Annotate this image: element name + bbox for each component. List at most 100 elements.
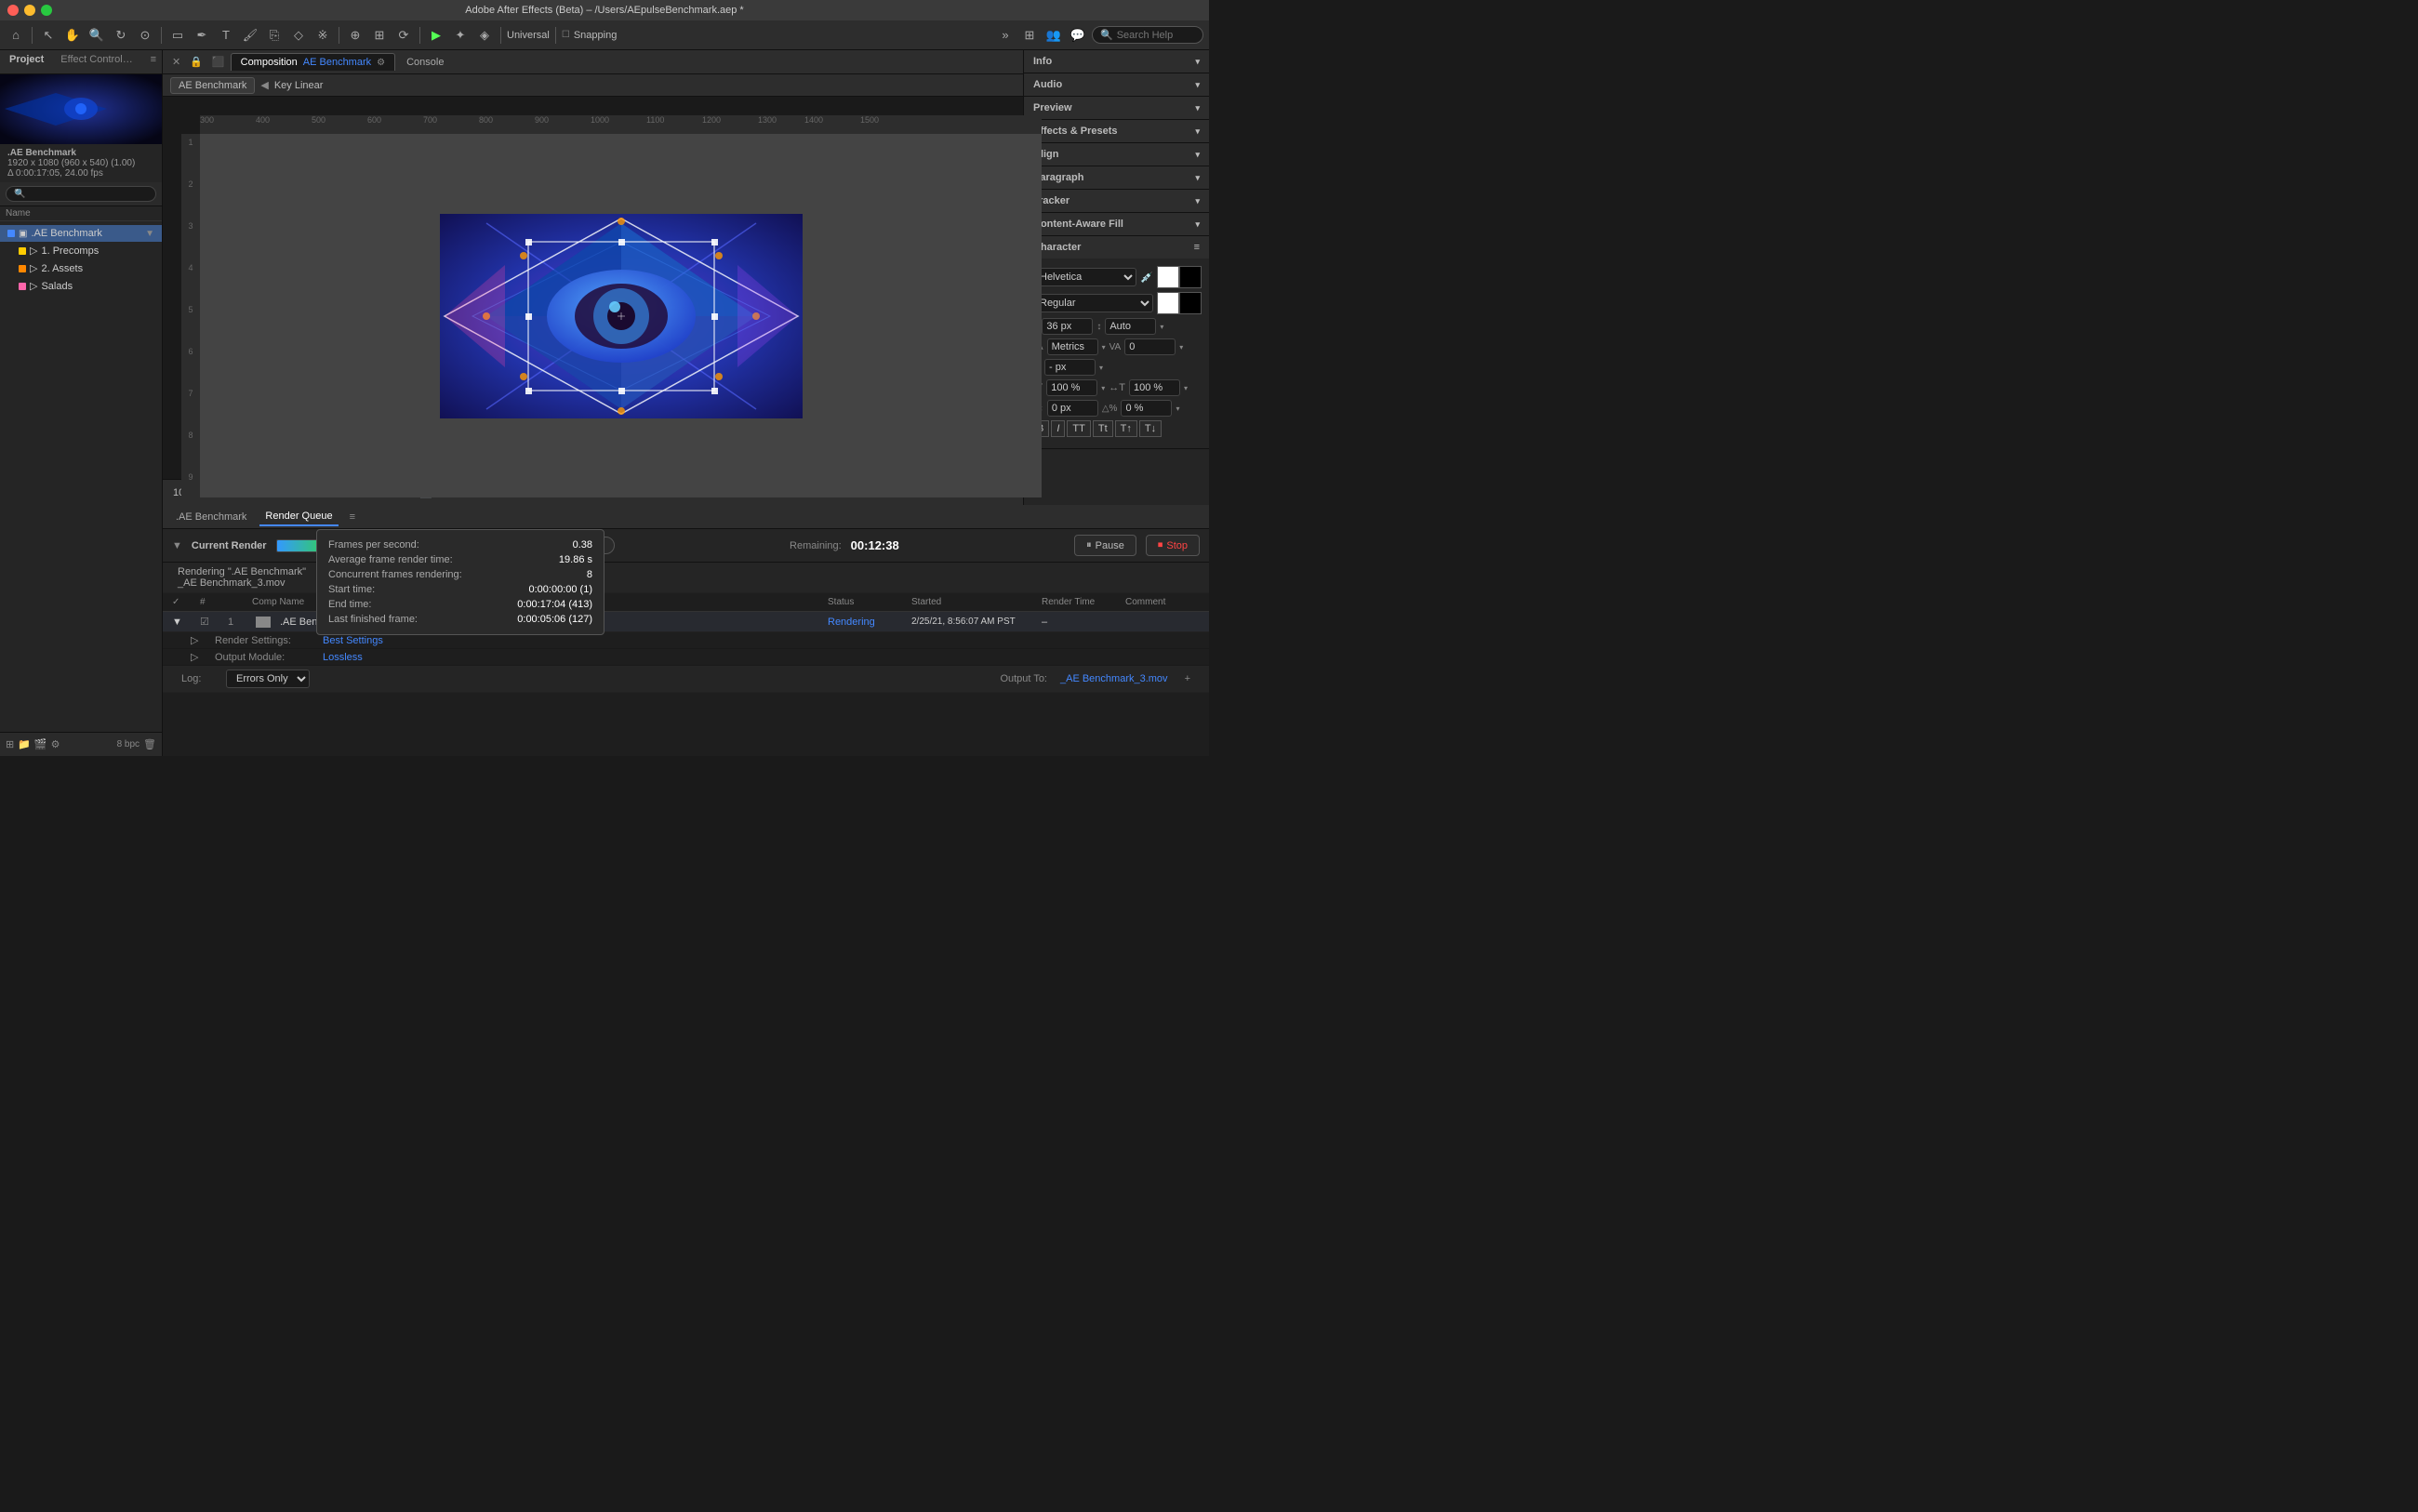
eyedropper-icon[interactable]: 💉	[1140, 272, 1153, 284]
add-output-icon[interactable]: +	[1185, 673, 1190, 684]
character-section: Character ≡ Helvetica 💉	[1024, 236, 1209, 449]
footage-icon[interactable]: 🎬	[34, 738, 47, 750]
vert-scale-input[interactable]	[1046, 379, 1097, 396]
effects-presets-header[interactable]: Effects & Presets ▾	[1024, 120, 1209, 142]
ae-benchmark-tab[interactable]: .AE Benchmark	[170, 509, 252, 525]
key-linear-item[interactable]: Key Linear	[274, 80, 324, 91]
close-button[interactable]	[7, 5, 19, 16]
collab-btn[interactable]: 👥	[1043, 25, 1064, 46]
horiz-scale-input[interactable]	[1129, 379, 1180, 396]
rotate-tool[interactable]: ↻	[111, 25, 131, 46]
output-module-value[interactable]: Lossless	[323, 652, 363, 663]
pen-tool[interactable]: ✒	[192, 25, 212, 46]
pause-button[interactable]: ⏸ Pause	[1074, 535, 1136, 556]
small-caps-button[interactable]: Tt	[1093, 420, 1113, 437]
distribute[interactable]: ⊞	[369, 25, 390, 46]
render-settings-expand[interactable]: ▷	[191, 634, 209, 646]
snapping-checkbox[interactable]: ☐	[562, 30, 570, 40]
comp-breadcrumb[interactable]: AE Benchmark	[170, 77, 255, 94]
tree-item-ae-benchmark[interactable]: ▣ .AE Benchmark ▼	[0, 225, 162, 242]
row-check[interactable]: ☑	[200, 616, 219, 628]
new-composition-icon[interactable]: ⊞	[6, 738, 14, 750]
output-to-value[interactable]: _AE Benchmark_3.mov	[1060, 673, 1168, 684]
settings-icon[interactable]: ⚙	[51, 738, 60, 750]
tsume-input[interactable]	[1121, 400, 1172, 417]
speech-btn[interactable]: 💬	[1068, 25, 1088, 46]
eraser-tool[interactable]: ◇	[288, 25, 309, 46]
project-tab[interactable]: Project	[0, 50, 53, 73]
add-keyframe-button[interactable]: ✦	[450, 25, 471, 46]
extension-btn[interactable]: ⊞	[1019, 25, 1040, 46]
leading-input[interactable]	[1105, 318, 1156, 335]
ruler-left: 1 2 3 4 5 6 7 8 9	[181, 134, 200, 497]
content-aware-fill-header[interactable]: Content-Aware Fill ▾	[1024, 213, 1209, 235]
fill-color-swatch[interactable]	[1157, 266, 1179, 288]
paragraph-header[interactable]: Paragraph ▾	[1024, 166, 1209, 189]
maximize-button[interactable]	[41, 5, 52, 16]
align-anchor[interactable]: ⊕	[345, 25, 365, 46]
info-header[interactable]: Info ▾	[1024, 50, 1209, 73]
settings-icon[interactable]: ⚙	[377, 58, 385, 68]
folder-icon[interactable]: 📁	[18, 738, 31, 750]
trash-icon[interactable]: 🗑	[143, 738, 156, 750]
font-size-input[interactable]	[1042, 318, 1093, 335]
render-queue-tab[interactable]: Render Queue	[259, 508, 338, 526]
minimize-button[interactable]	[24, 5, 35, 16]
stroke-color-swatch[interactable]	[1179, 266, 1202, 288]
superscript-button[interactable]: T↑	[1115, 420, 1137, 437]
select-tool[interactable]: ↖	[38, 25, 59, 46]
text-tool[interactable]: T	[216, 25, 236, 46]
play-button[interactable]: ▶	[426, 25, 446, 46]
lock-icon[interactable]: 🔒	[186, 56, 206, 68]
camera-orbit-tool[interactable]: ⊙	[135, 25, 155, 46]
puppet-tool[interactable]: ※	[312, 25, 333, 46]
character-header[interactable]: Character ≡	[1024, 236, 1209, 259]
tree-item-salads[interactable]: ▷ Salads	[0, 277, 162, 295]
caps-button[interactable]: TT	[1067, 420, 1090, 437]
stop-button[interactable]: ⏹ Stop	[1146, 535, 1200, 556]
audio-header[interactable]: Audio ▾	[1024, 73, 1209, 96]
subscript-button[interactable]: T↓	[1139, 420, 1162, 437]
clone-tool[interactable]: ⎘	[264, 25, 285, 46]
italic-button[interactable]: I	[1051, 420, 1065, 437]
tab-console[interactable]: Console	[397, 54, 453, 71]
tracking-input[interactable]	[1047, 338, 1098, 355]
log-dropdown[interactable]: Errors Only	[226, 670, 310, 688]
render-settings-value[interactable]: Best Settings	[323, 635, 383, 646]
kerning-input[interactable]	[1124, 338, 1176, 355]
rectangle-tool[interactable]: ▭	[167, 25, 188, 46]
home-button[interactable]: ⌂	[6, 25, 26, 46]
comp-details: 1920 x 1080 (960 x 540) (1.00)	[7, 158, 154, 168]
tracker-header[interactable]: Tracker ▾	[1024, 190, 1209, 212]
panel-menu-icon[interactable]: ≡	[145, 50, 162, 73]
motion-path[interactable]: ⟳	[393, 25, 414, 46]
baseline-input[interactable]	[1047, 400, 1098, 417]
more-options[interactable]: »	[995, 25, 1016, 46]
tab-composition[interactable]: Composition AE Benchmark ⚙	[231, 53, 395, 71]
hand-tool[interactable]: ✋	[62, 25, 83, 46]
stroke-width-input[interactable]	[1044, 359, 1096, 376]
stroke-color-swatch-2[interactable]	[1179, 292, 1202, 314]
search-input[interactable]	[1117, 30, 1201, 41]
zoom-tool[interactable]: 🔍	[86, 25, 107, 46]
effect-controls-tab[interactable]: Effect Controls (none)	[53, 50, 144, 73]
tree-item-assets[interactable]: ▷ 2. Assets	[0, 259, 162, 277]
project-search-input[interactable]	[6, 186, 156, 202]
tree-item-precomps[interactable]: ▷ 1. Precomps	[0, 242, 162, 259]
rq-menu-icon[interactable]: ≡	[346, 511, 359, 523]
brush-tool[interactable]: 🖌	[240, 25, 260, 46]
char-menu-icon[interactable]: ≡	[1194, 242, 1200, 253]
preview-header[interactable]: Preview ▾	[1024, 97, 1209, 119]
style-dropdown[interactable]: Regular	[1031, 294, 1153, 312]
close-icon[interactable]: ✕	[168, 56, 184, 68]
fill-color-swatch-2[interactable]	[1157, 292, 1179, 314]
output-module-row: ▷ Output Module: Lossless	[163, 649, 1209, 666]
align-header[interactable]: Align ▾	[1024, 143, 1209, 166]
chevron-down-icon[interactable]: ▼	[172, 540, 182, 551]
row-expand-icon[interactable]: ▼	[172, 617, 191, 628]
font-dropdown[interactable]: Helvetica	[1031, 268, 1136, 286]
output-module-expand[interactable]: ▷	[191, 651, 209, 663]
composition-canvas[interactable]: 300 400 500 600 700 800 900 1000 1100 12…	[181, 115, 1042, 497]
solo-button[interactable]: ◈	[474, 25, 495, 46]
search-box[interactable]: 🔍	[1092, 26, 1203, 44]
